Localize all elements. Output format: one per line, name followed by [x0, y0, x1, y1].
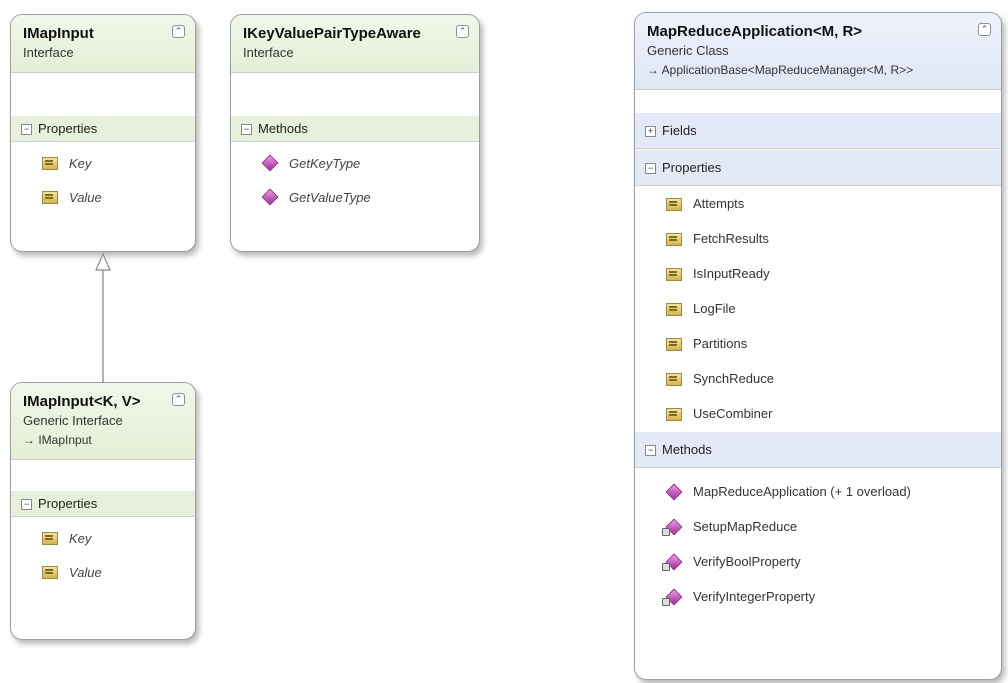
inheritance-connector[interactable] [0, 0, 1008, 683]
inheritance-arrow-icon [95, 252, 111, 271]
